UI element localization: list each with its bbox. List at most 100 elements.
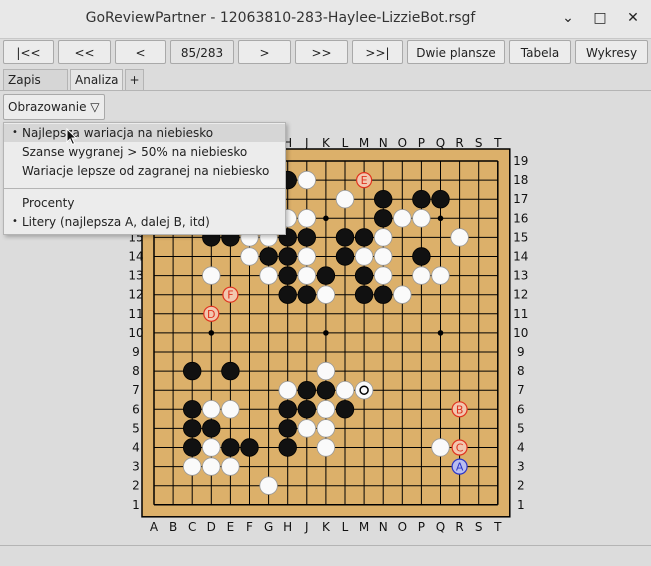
variation-marker-letter: B — [456, 403, 464, 416]
white-stone — [412, 209, 431, 228]
white-stone — [182, 457, 202, 476]
column-label: P — [418, 136, 425, 150]
black-stone — [354, 285, 374, 304]
star-point — [208, 330, 215, 336]
black-stone — [297, 400, 317, 419]
row-label: 10 — [128, 326, 143, 340]
row-label: 16 — [513, 211, 528, 225]
black-stone — [297, 285, 317, 304]
black-stone — [297, 381, 317, 400]
row-label: 6 — [132, 402, 140, 416]
black-stone — [221, 361, 240, 381]
white-stone — [202, 266, 221, 285]
white-stone — [316, 400, 336, 419]
black-stone — [182, 438, 202, 457]
row-label: 12 — [128, 288, 143, 302]
white-stone — [374, 228, 393, 247]
column-label: R — [455, 520, 463, 534]
row-label: 15 — [513, 230, 528, 244]
star-point — [323, 215, 329, 222]
black-stone — [182, 400, 202, 419]
column-label: K — [322, 136, 331, 150]
selected-bullet-icon: • — [12, 127, 18, 138]
row-label: 11 — [513, 307, 528, 321]
go-board[interactable]: AABBCCDDEEFFGGHHJJKKLLMMNNOOPPQQRRSSTT19… — [0, 0, 651, 565]
menu-item-label: Wariacje lepsze od zagranej na niebiesko — [22, 164, 270, 178]
menu-item-best-variation[interactable]: • Najlepsza wariacja na niebiesko — [4, 124, 285, 142]
status-bar — [0, 545, 651, 566]
column-label: R — [455, 136, 463, 150]
row-label: 1 — [517, 498, 525, 512]
column-label: M — [359, 520, 369, 534]
column-label: S — [475, 520, 483, 534]
column-label: C — [188, 520, 196, 534]
black-stone — [240, 438, 259, 457]
white-stone — [297, 170, 317, 190]
menu-item-percentages[interactable]: Procenty — [4, 194, 285, 212]
white-stone — [316, 438, 336, 457]
column-label: N — [379, 520, 388, 534]
white-stone — [335, 381, 355, 400]
row-label: 7 — [132, 383, 140, 397]
row-label: 8 — [517, 364, 525, 378]
black-stone — [335, 400, 355, 419]
row-label: 18 — [513, 173, 528, 187]
white-stone — [316, 285, 336, 304]
column-label: L — [342, 520, 349, 534]
row-label: 13 — [128, 269, 143, 283]
row-label: 9 — [517, 345, 525, 359]
black-stone — [202, 419, 221, 438]
white-stone — [240, 247, 259, 266]
menu-item-letters[interactable]: • Litery (najlepsza A, dalej B, itd) — [4, 213, 285, 231]
column-label: J — [304, 520, 309, 534]
black-stone — [335, 228, 355, 247]
row-label: 7 — [517, 383, 525, 397]
black-stone — [374, 189, 393, 209]
display-menu: • Najlepsza wariacja na niebiesko Szanse… — [3, 122, 286, 235]
column-label: A — [150, 520, 159, 534]
star-point — [323, 330, 329, 336]
row-label: 12 — [513, 288, 528, 302]
mouse-cursor-icon — [66, 128, 78, 146]
white-stone — [221, 400, 240, 419]
row-label: 4 — [517, 441, 525, 455]
row-label: 5 — [517, 421, 525, 435]
row-label: 5 — [132, 421, 140, 435]
white-stone — [393, 209, 412, 228]
selected-bullet-icon: • — [12, 216, 18, 227]
black-stone — [221, 438, 240, 457]
white-stone — [431, 438, 450, 457]
black-stone — [182, 361, 202, 381]
best-move-marker-letter: A — [456, 461, 464, 474]
white-stone — [354, 247, 374, 266]
column-label: N — [379, 136, 388, 150]
white-stone — [202, 457, 221, 476]
white-stone — [202, 400, 221, 419]
menu-item-win-chance[interactable]: Szanse wygranej > 50% na niebiesko — [4, 143, 285, 161]
column-label: O — [398, 520, 407, 534]
black-stone — [354, 266, 374, 285]
white-stone — [316, 361, 336, 381]
row-label: 14 — [513, 250, 528, 264]
black-stone — [412, 247, 431, 266]
black-stone — [374, 209, 393, 228]
column-label: Q — [436, 520, 445, 534]
menu-item-better-variations[interactable]: Wariacje lepsze od zagranej na niebiesko — [4, 162, 285, 180]
white-stone — [316, 419, 336, 438]
menu-separator — [4, 188, 285, 189]
white-stone — [297, 419, 317, 438]
column-label: B — [169, 520, 177, 534]
menu-item-label: Procenty — [22, 196, 75, 210]
column-label: F — [246, 520, 253, 534]
column-label: K — [322, 520, 331, 534]
row-label: 10 — [513, 326, 528, 340]
black-stone — [297, 228, 317, 247]
black-stone — [316, 381, 336, 400]
black-stone — [354, 228, 374, 247]
last-move-stone — [354, 381, 374, 400]
menu-item-label: Szanse wygranej > 50% na niebiesko — [22, 145, 248, 159]
column-label: J — [304, 136, 309, 150]
column-label: T — [493, 136, 502, 150]
white-stone — [374, 247, 393, 266]
black-stone — [278, 400, 297, 419]
